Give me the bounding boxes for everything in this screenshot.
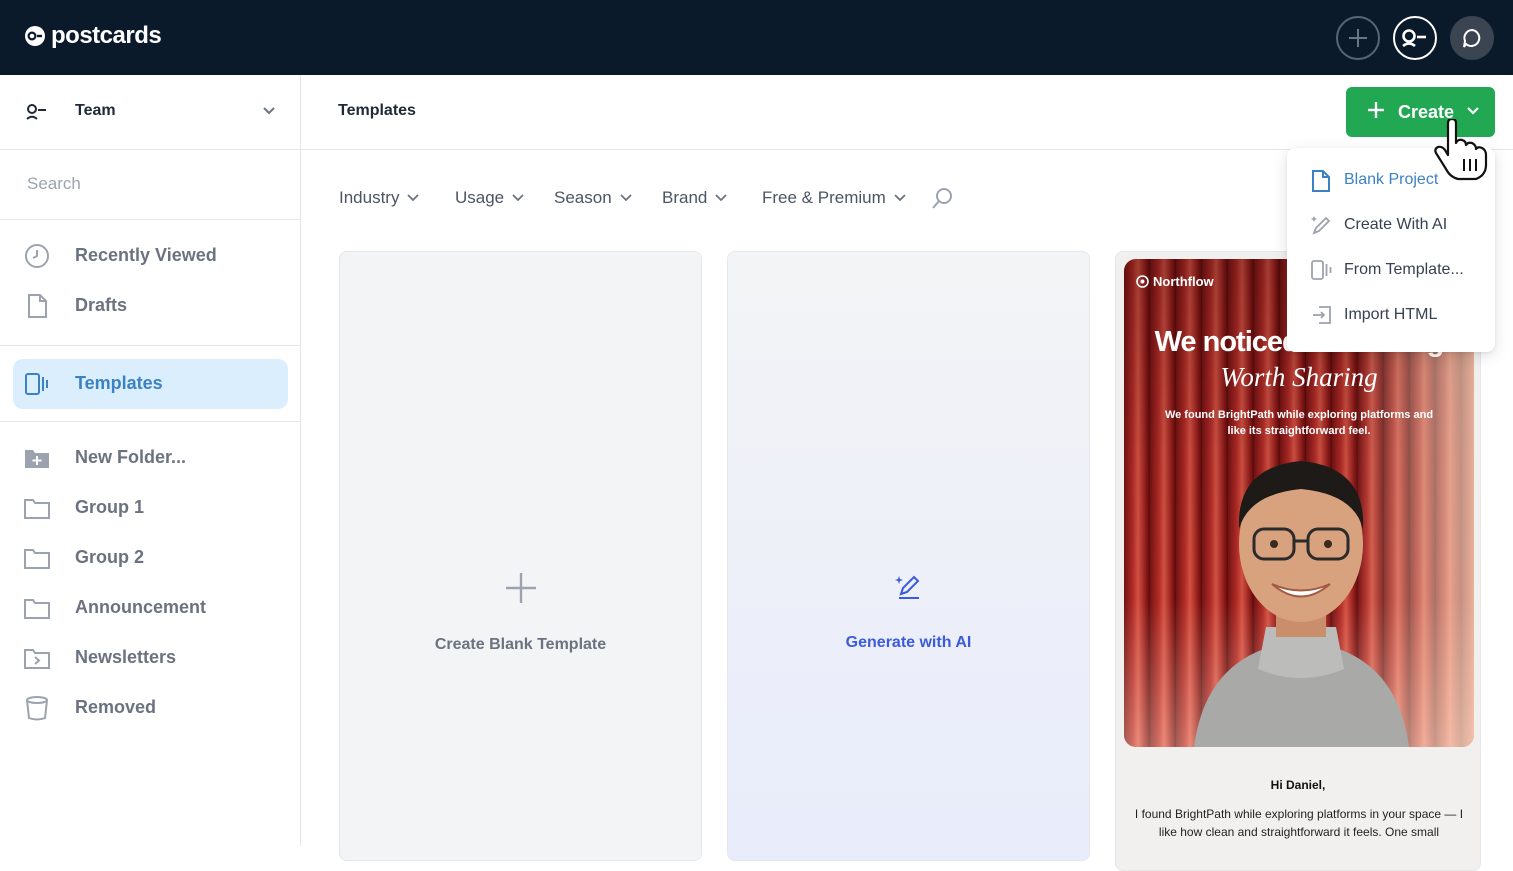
add-button[interactable] [1336, 16, 1380, 60]
sidebar-item-templates[interactable]: Templates [13, 359, 288, 409]
menu-item-label: Create With AI [1344, 216, 1448, 233]
template-headline-2: Worth Sharing [1220, 362, 1378, 392]
chevron-down-icon [263, 107, 275, 115]
templates-icon [1311, 260, 1332, 280]
template-greeting: Hi Daniel, [1270, 778, 1326, 792]
sidebar-item-new-folder[interactable]: New Folder... [13, 433, 288, 483]
filter-usage[interactable]: Usage [455, 188, 524, 208]
card-label: Generate with AI [845, 634, 972, 651]
menu-item-from-template[interactable]: From Template... [1287, 248, 1495, 293]
sidebar-item-removed[interactable]: Removed [13, 683, 288, 733]
document-icon [1312, 170, 1330, 192]
portrait-image [1194, 461, 1409, 747]
top-bar: postcards [0, 0, 1513, 75]
folder-shared-icon [24, 649, 50, 669]
search-row [0, 150, 300, 220]
main-header: Templates Create [301, 75, 1513, 150]
filter-season[interactable]: Season [554, 188, 632, 208]
sidebar-item-newsletters[interactable]: Newsletters [13, 633, 288, 683]
filter-label: Industry [339, 188, 400, 207]
plus-icon [505, 573, 536, 603]
plus-icon [1368, 102, 1384, 118]
sidebar-item-label: Recently Viewed [75, 245, 217, 265]
import-icon [1313, 306, 1331, 324]
clock-icon [25, 244, 49, 268]
plus-icon [1349, 29, 1367, 47]
template-body-text: I found BrightPath while exploring platf… [1134, 807, 1464, 839]
filter-label: Usage [455, 188, 505, 207]
divider [0, 421, 300, 422]
search-icon[interactable] [931, 187, 953, 211]
menu-item-label: From Template... [1344, 261, 1464, 278]
filter-free-premium[interactable]: Free & Premium [762, 188, 906, 208]
folder-add-icon [25, 450, 49, 468]
chevron-down-icon[interactable] [1466, 106, 1480, 116]
sidebar-item-label: Group 1 [75, 497, 145, 517]
menu-item-import-html[interactable]: Import HTML [1287, 293, 1495, 338]
sidebar-item-label: Newsletters [75, 647, 177, 667]
filter-label: Season [554, 188, 612, 207]
create-blank-template-card[interactable]: Create Blank Template [339, 251, 702, 861]
logo-icon [25, 26, 45, 46]
page-title: Templates [338, 102, 416, 119]
chevron-down-icon [620, 194, 632, 202]
sidebar-item-announcement[interactable]: Announcement [13, 583, 288, 633]
divider [0, 345, 300, 346]
team-icon [26, 104, 46, 120]
filter-label: Brand [662, 188, 708, 207]
magic-pen-icon [894, 575, 919, 599]
account-icon [1402, 29, 1426, 48]
sidebar: Team Recently Viewed Drafts Templates [0, 75, 301, 846]
templates-icon [25, 373, 48, 395]
sidebar-item-label: New Folder... [75, 447, 187, 467]
trash-icon [26, 696, 48, 721]
team-selector[interactable]: Team [0, 75, 300, 150]
sidebar-item-label: Removed [75, 697, 157, 717]
chat-button[interactable] [1450, 16, 1494, 60]
sidebar-item-label: Group 2 [75, 547, 145, 567]
template-subtext: We found BrightPath while exploring plat… [1164, 409, 1434, 437]
hand-cursor-icon [1434, 119, 1488, 181]
sidebar-item-label: Drafts [75, 295, 128, 315]
chat-icon [1463, 28, 1481, 48]
sidebar-item-recently-viewed[interactable]: Recently Viewed [13, 231, 288, 281]
folder-icon [24, 599, 50, 619]
sidebar-item-drafts[interactable]: Drafts [13, 281, 288, 331]
menu-item-create-with-ai[interactable]: Create With AI [1287, 203, 1495, 248]
menu-item-label: Blank Project [1344, 171, 1439, 188]
document-icon [28, 294, 47, 318]
filter-industry[interactable]: Industry [339, 188, 420, 208]
logo-text: postcards [51, 22, 162, 49]
filter-label: Free & Premium [762, 188, 886, 207]
chevron-down-icon [715, 194, 728, 202]
sidebar-item-group-1[interactable]: Group 1 [13, 483, 288, 533]
brand-logo-icon [1136, 275, 1149, 288]
search-input[interactable] [14, 166, 284, 202]
chevron-down-icon [407, 194, 420, 202]
chevron-down-icon [894, 194, 906, 202]
filter-brand[interactable]: Brand [662, 188, 728, 208]
sidebar-item-group-2[interactable]: Group 2 [13, 533, 288, 583]
chevron-down-icon [512, 194, 524, 202]
folder-icon [24, 499, 50, 519]
card-label: Create Blank Template [434, 636, 607, 653]
sidebar-item-label: Templates [75, 373, 163, 393]
template-brand: Northflow [1136, 274, 1214, 289]
account-button[interactable] [1393, 16, 1437, 60]
generate-with-ai-card[interactable]: Generate with AI [727, 251, 1090, 861]
menu-item-label: Import HTML [1344, 306, 1438, 323]
folder-icon [24, 549, 50, 569]
sidebar-item-label: Announcement [75, 597, 207, 617]
team-label: Team [75, 102, 116, 119]
brand-name: Northflow [1153, 274, 1214, 289]
magic-pen-icon [1311, 216, 1331, 235]
logo[interactable]: postcards [24, 22, 162, 50]
